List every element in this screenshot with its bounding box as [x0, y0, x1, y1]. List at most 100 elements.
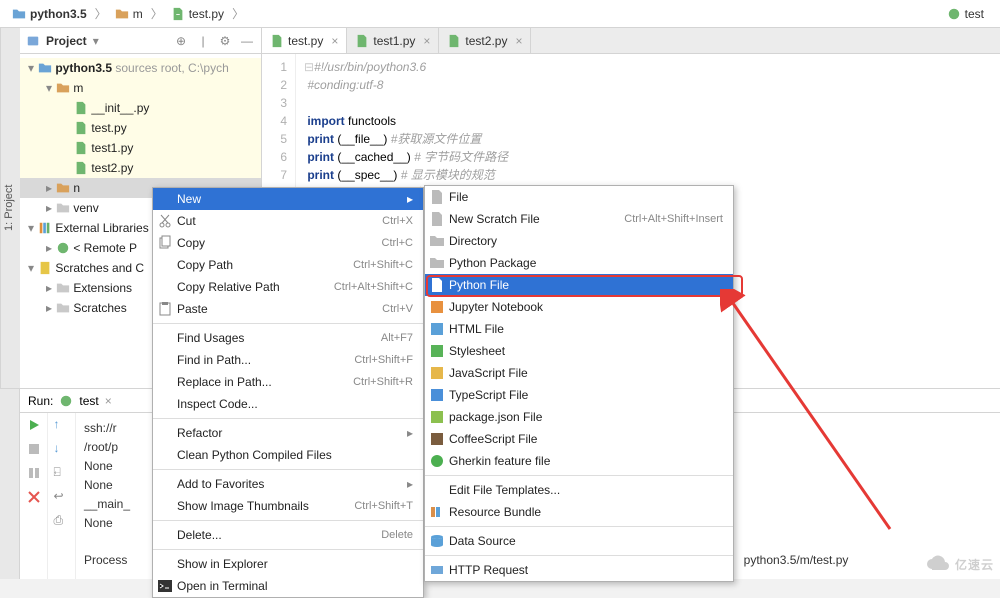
dropdown-icon[interactable]: ▾ [93, 34, 99, 48]
stop-icon[interactable] [26, 441, 42, 457]
menu-item-show-image-thumbnails[interactable]: Show Image ThumbnailsCtrl+Shift+T [153, 495, 423, 517]
menu-item-javascript-file[interactable]: JavaScript File [425, 362, 733, 384]
menu-item-find-usages[interactable]: Find UsagesAlt+F7 [153, 327, 423, 349]
menu-item-copy-path[interactable]: Copy PathCtrl+Shift+C [153, 254, 423, 276]
menu-item-package-json-file[interactable]: package.json File [425, 406, 733, 428]
cf-icon [429, 431, 445, 447]
close-icon[interactable]: × [331, 34, 338, 48]
run-tab-name[interactable]: test [79, 394, 98, 408]
menu-item-paste[interactable]: PasteCtrl+V [153, 298, 423, 320]
ht-icon [429, 321, 445, 337]
menu-item-replace-in-path-[interactable]: Replace in Path...Ctrl+Shift+R [153, 371, 423, 393]
breadcrumb-root[interactable]: python3.5 [6, 5, 93, 23]
folder-icon [56, 181, 70, 195]
print-icon[interactable]: ⎙ [54, 513, 70, 529]
menu-item-new-scratch-file[interactable]: New Scratch FileCtrl+Alt+Shift+Insert [425, 208, 733, 230]
tree-file[interactable]: test.py [20, 118, 261, 138]
menu-item-copy-relative-path[interactable]: Copy Relative PathCtrl+Alt+Shift+C [153, 276, 423, 298]
down-icon[interactable]: ↓ [54, 441, 70, 457]
menu-item-clean-python-compiled-files[interactable]: Clean Python Compiled Files [153, 444, 423, 466]
menu-item-inspect-code-[interactable]: Inspect Code... [153, 393, 423, 415]
tree-file[interactable]: __init__.py [20, 98, 261, 118]
chevron-down-icon: ▾ [24, 261, 38, 275]
breadcrumb-bar: python3.5 〉 m 〉 test.py 〉 test [0, 0, 1000, 28]
gear-icon[interactable]: ⚙ [217, 33, 233, 49]
menu-item-html-file[interactable]: HTML File [425, 318, 733, 340]
paste-icon [157, 301, 173, 317]
run-config-selector[interactable]: test [937, 5, 994, 23]
copy-icon [157, 235, 173, 251]
hr-icon [429, 562, 445, 578]
close-icon[interactable] [26, 489, 42, 505]
python-file-icon [74, 121, 88, 135]
term-icon [157, 578, 173, 594]
breadcrumb-file[interactable]: test.py [165, 5, 230, 23]
python-file-icon [74, 141, 88, 155]
menu-item-new[interactable]: New▸ [153, 188, 423, 210]
export-icon[interactable]: ⍇ [54, 465, 70, 481]
run-toolbar [20, 413, 48, 579]
menu-item-delete-[interactable]: Delete...Delete [153, 524, 423, 546]
tab-test1[interactable]: test1.py× [347, 28, 439, 53]
run-side-gutter [0, 389, 20, 579]
tab-test[interactable]: test.py× [262, 28, 347, 53]
editor-tabs: test.py× test1.py× test2.py× [262, 28, 1000, 54]
python-file-icon [447, 34, 461, 48]
menu-item-cut[interactable]: CutCtrl+X [153, 210, 423, 232]
chevron-right-icon: 〉 [151, 5, 163, 22]
collapse-icon[interactable]: ⊕ [173, 33, 189, 49]
python-file-icon [355, 34, 369, 48]
menu-item-find-in-path-[interactable]: Find in Path...Ctrl+Shift+F [153, 349, 423, 371]
new-submenu[interactable]: FileNew Scratch FileCtrl+Alt+Shift+Inser… [424, 185, 734, 582]
scratch-icon [38, 261, 52, 275]
project-panel-header: Project ▾ ⊕ | ⚙ — [20, 28, 261, 54]
menu-item-gherkin-feature-file[interactable]: Gherkin feature file [425, 450, 733, 472]
menu-item-data-source[interactable]: Data Source [425, 530, 733, 552]
up-icon[interactable]: ↑ [54, 417, 70, 433]
menu-item-http-request[interactable]: HTTP Request [425, 559, 733, 581]
python-icon [56, 241, 70, 255]
context-menu[interactable]: New▸CutCtrl+XCopyCtrl+CCopy PathCtrl+Shi… [152, 187, 424, 598]
menu-item-copy[interactable]: CopyCtrl+C [153, 232, 423, 254]
menu-item-python-file[interactable]: Python File [425, 274, 733, 296]
rerun-icon[interactable] [26, 417, 42, 433]
run-toolbar-2: ↑ ↓ ⍇ ↩ ⎙ [48, 413, 76, 579]
menu-item-directory[interactable]: Directory [425, 230, 733, 252]
close-icon[interactable]: × [105, 394, 112, 408]
folder-icon [12, 7, 26, 21]
close-icon[interactable]: × [423, 34, 430, 48]
tree-file[interactable]: test1.py [20, 138, 261, 158]
folder-icon [56, 301, 70, 315]
chevron-right-icon: ▸ [42, 241, 56, 255]
tree-folder-m[interactable]: ▾ m [20, 78, 261, 98]
py-icon [429, 277, 445, 293]
python-icon [947, 7, 961, 21]
hide-icon[interactable]: — [239, 33, 255, 49]
menu-item-python-package[interactable]: Python Package [425, 252, 733, 274]
menu-item-file[interactable]: File [425, 186, 733, 208]
menu-item-coffeescript-file[interactable]: CoffeeScript File [425, 428, 733, 450]
tree-file[interactable]: test2.py [20, 158, 261, 178]
tree-root[interactable]: ▾ python3.5 sources root, C:\pych [20, 58, 261, 78]
menu-item-open-in-terminal[interactable]: Open in Terminal [153, 575, 423, 597]
file-icon [429, 189, 445, 205]
divider-icon: | [195, 33, 211, 49]
js-icon [429, 365, 445, 381]
menu-item-stylesheet[interactable]: Stylesheet [425, 340, 733, 362]
wrap-icon[interactable]: ↩ [54, 489, 70, 505]
menu-item-typescript-file[interactable]: TypeScript File [425, 384, 733, 406]
menu-item-edit-file-templates-[interactable]: Edit File Templates... [425, 479, 733, 501]
menu-item-jupyter-notebook[interactable]: Jupyter Notebook [425, 296, 733, 318]
menu-item-show-in-explorer[interactable]: Show in Explorer [153, 553, 423, 575]
chevron-right-icon: ▸ [407, 426, 413, 440]
file-icon [429, 211, 445, 227]
project-panel-title: Project [46, 34, 87, 48]
menu-item-add-to-favorites[interactable]: Add to Favorites▸ [153, 473, 423, 495]
menu-item-resource-bundle[interactable]: Resource Bundle [425, 501, 733, 523]
breadcrumb-mid[interactable]: m [109, 5, 149, 23]
pause-icon[interactable] [26, 465, 42, 481]
project-tool-tab[interactable]: 1: Project [0, 28, 20, 388]
menu-item-refactor[interactable]: Refactor▸ [153, 422, 423, 444]
close-icon[interactable]: × [515, 34, 522, 48]
tab-test2[interactable]: test2.py× [439, 28, 531, 53]
